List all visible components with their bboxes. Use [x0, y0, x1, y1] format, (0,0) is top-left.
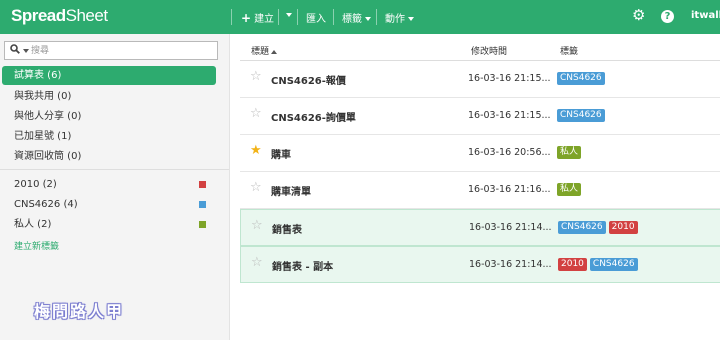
row-modified-time: 16-03-16 21:14...	[469, 259, 552, 270]
table-row[interactable]: ☆ CNS4626-詢價單 16-03-16 21:15... CNS4626	[240, 98, 720, 135]
search-input[interactable]	[31, 44, 211, 57]
create-new-label-link[interactable]: 建立新標籤	[14, 239, 59, 252]
table-row[interactable]: ★ 購車 16-03-16 20:56... 私人	[240, 135, 720, 172]
star-icon[interactable]: ☆	[250, 181, 262, 195]
chevron-down-icon	[286, 13, 292, 17]
row-title[interactable]: 購車清單	[271, 183, 311, 198]
create-button[interactable]: + 建立	[241, 10, 274, 25]
chevron-down-icon	[365, 17, 371, 21]
sidebar: 試算表 (6) 與我共用 (0) 與他人分享 (0) 已加星號 (1) 資源回收…	[0, 34, 230, 340]
tag-badge[interactable]: CNS4626	[558, 221, 606, 234]
row-tags: CNS4626	[557, 109, 608, 122]
tags-menu[interactable]: 標籤	[342, 10, 371, 25]
row-modified-time: 16-03-16 21:16...	[468, 184, 551, 195]
star-icon[interactable]: ★	[250, 144, 262, 158]
toolbar-divider	[231, 9, 232, 25]
row-tags: CNS4626	[557, 72, 608, 85]
toolbar-divider	[333, 9, 334, 25]
nav-starred[interactable]: 已加星號 (1)	[2, 127, 216, 146]
star-icon[interactable]: ☆	[251, 256, 263, 270]
tag-badge[interactable]: 私人	[557, 183, 582, 196]
row-tags: 私人	[557, 146, 584, 159]
label-color-swatch	[199, 201, 206, 208]
import-button[interactable]: 匯入	[306, 10, 326, 25]
tag-badge[interactable]: CNS4626	[589, 258, 638, 271]
chevron-down-icon	[408, 17, 414, 21]
table-row[interactable]: ☆ 銷售表 16-03-16 21:14... CNS4626 2010	[240, 209, 720, 246]
label-color-swatch	[199, 221, 206, 228]
table-row[interactable]: ☆ 購車清單 16-03-16 21:16... 私人	[240, 172, 720, 209]
row-tags: 私人	[557, 183, 584, 196]
plus-icon: +	[241, 11, 252, 25]
toolbar-divider	[376, 9, 377, 25]
search-options-caret[interactable]	[23, 49, 29, 53]
star-icon[interactable]: ☆	[250, 70, 262, 84]
toolbar-divider	[297, 9, 298, 25]
tag-badge[interactable]: CNS4626	[557, 109, 605, 122]
table-row[interactable]: ☆ CNS4626-報價 16-03-16 21:15... CNS4626	[240, 61, 720, 98]
nav-trash[interactable]: 資源回收筒 (0)	[2, 147, 216, 166]
column-header-tags: 標籤	[560, 47, 579, 57]
star-icon[interactable]: ☆	[251, 219, 263, 233]
watermark-logo: 梅問路人甲	[34, 302, 125, 321]
row-title[interactable]: 銷售表	[272, 221, 302, 236]
search-icon[interactable]	[10, 44, 20, 54]
row-tags: CNS4626 2010	[558, 221, 641, 234]
row-modified-time: 16-03-16 20:56...	[468, 147, 551, 158]
row-title[interactable]: CNS4626-詢價單	[271, 109, 356, 124]
column-header-modified[interactable]: 修改時間	[471, 44, 507, 57]
nav-shared-with-me[interactable]: 與我共用 (0)	[2, 87, 216, 106]
row-modified-time: 16-03-16 21:14...	[469, 222, 552, 233]
toolbar-divider	[278, 9, 279, 25]
row-modified-time: 16-03-16 21:15...	[468, 110, 551, 121]
tag-badge[interactable]: 私人	[557, 146, 582, 159]
create-menu-caret[interactable]	[283, 10, 292, 21]
label-private[interactable]: 私人 (2)	[2, 215, 216, 234]
tag-badge[interactable]: 2010	[608, 221, 638, 234]
search-box	[4, 41, 218, 60]
column-header-title[interactable]: 標題	[251, 44, 278, 57]
row-title[interactable]: 購車	[271, 146, 291, 161]
actions-menu[interactable]: 動作	[385, 10, 414, 25]
label-cns4626[interactable]: CNS4626 (4)	[2, 195, 216, 214]
tag-badge[interactable]: 2010	[558, 258, 587, 271]
table-row[interactable]: ☆ 銷售表 - 副本 16-03-16 21:14... 2010 CNS4626	[240, 246, 720, 283]
row-tags: 2010 CNS4626	[558, 258, 641, 271]
row-title[interactable]: 銷售表 - 副本	[272, 258, 333, 273]
app-logo[interactable]: SpreadSheet	[11, 6, 108, 26]
spreadsheet-list: 標題 修改時間 標籤 ☆ CNS4626-報價 16-03-16 21:15... C…	[240, 34, 720, 340]
row-modified-time: 16-03-16 21:15...	[468, 73, 551, 84]
label-color-swatch	[199, 181, 206, 188]
sort-ascending-icon	[271, 49, 278, 54]
star-icon[interactable]: ☆	[250, 107, 262, 121]
gear-icon[interactable]: ⚙	[632, 8, 645, 23]
top-bar: SpreadSheet +建立 匯入 標籤 動作 ⚙ ? itwalke	[0, 0, 720, 34]
user-menu[interactable]: itwalke	[691, 10, 720, 21]
nav-shared-with-others[interactable]: 與他人分享 (0)	[2, 107, 216, 126]
tag-badge[interactable]: CNS4626	[557, 72, 605, 85]
label-2010[interactable]: 2010 (2)	[2, 175, 216, 194]
help-icon[interactable]: ?	[661, 10, 674, 23]
nav-spreadsheets[interactable]: 試算表 (6)	[2, 66, 216, 85]
row-title[interactable]: CNS4626-報價	[271, 72, 346, 87]
sidebar-divider	[0, 169, 229, 170]
